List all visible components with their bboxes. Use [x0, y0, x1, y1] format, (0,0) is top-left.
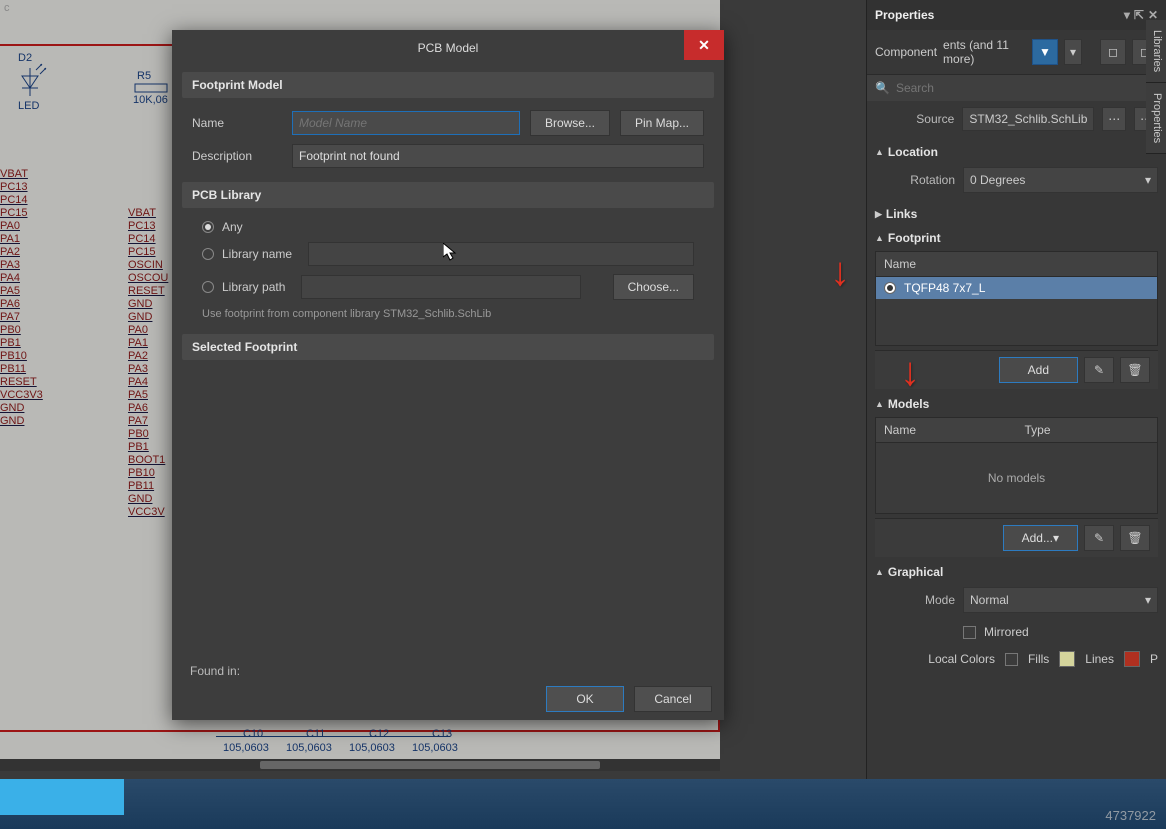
models-col-name: Name — [876, 418, 1017, 442]
schematic-canvas: D2 LED R5 10K,06 VBAT PC13 PC14 PC15 PA0… — [0, 0, 866, 829]
ok-button[interactable]: OK — [546, 686, 624, 712]
local-colors-label: Local Colors — [928, 652, 995, 666]
lines-label: Lines — [1085, 652, 1114, 666]
mode-label: Mode — [875, 593, 955, 607]
mirrored-checkbox[interactable] — [963, 626, 976, 639]
footprint-col-name: Name — [876, 252, 1157, 277]
pin-map-button[interactable]: Pin Map... — [620, 110, 704, 136]
titlebar-text: c — [4, 2, 10, 14]
section-links[interactable]: ▶Links — [867, 199, 1166, 223]
filter-button[interactable]: ▼ — [1032, 39, 1058, 65]
model-name-input[interactable] — [292, 111, 520, 135]
footprint-add-button[interactable]: Add — [999, 357, 1078, 383]
radio-any[interactable] — [202, 221, 214, 233]
source-label: Source — [875, 112, 954, 126]
fills-checkbox[interactable] — [1005, 653, 1018, 666]
mode-select[interactable]: Normal▾ — [963, 587, 1158, 613]
footprint-delete-button[interactable]: 🗑 — [1120, 357, 1150, 383]
fills-swatch[interactable] — [1059, 651, 1075, 667]
watermark: 4737922 — [1105, 808, 1156, 823]
models-col-type: Type — [1017, 418, 1158, 442]
description-label: Description — [192, 149, 282, 163]
rotation-label: Rotation — [875, 173, 955, 187]
dialog-close-button[interactable]: ✕ — [684, 30, 724, 60]
properties-title: Properties — [875, 8, 934, 22]
found-in-label: Found in: — [184, 664, 240, 678]
footprint-edit-button[interactable]: ✎ — [1084, 357, 1114, 383]
radio-any-label: Any — [222, 220, 243, 234]
section-graphical[interactable]: ▲Graphical — [867, 557, 1166, 581]
pcb-model-dialog: PCB Model ✕ Footprint Model Name Browse.… — [172, 30, 724, 720]
properties-panel: Properties ▾ ⇱ ✕ Component ents (and 11 … — [866, 0, 1166, 829]
horizontal-scrollbar[interactable] — [0, 759, 720, 771]
section-footprint-model: Footprint Model — [182, 72, 714, 98]
search-input[interactable] — [896, 81, 1158, 95]
panel-dropdown-icon[interactable]: ▾ — [1124, 8, 1130, 22]
taskbar-item[interactable] — [0, 779, 124, 815]
radio-library-path[interactable] — [202, 281, 214, 293]
description-value: Footprint not found — [292, 144, 704, 168]
radio-library-name-label: Library name — [222, 247, 292, 261]
cancel-button[interactable]: Cancel — [634, 686, 712, 712]
choose-button[interactable]: Choose... — [613, 274, 694, 300]
footprint-row-label: TQFP48 7x7_L — [904, 281, 985, 295]
footprint-table: Name TQFP48 7x7_L — [875, 251, 1158, 346]
mirrored-label: Mirrored — [984, 625, 1029, 639]
filter-dropdown-button[interactable]: ▾ — [1064, 39, 1082, 65]
annotation-arrow-icon: ↓ — [900, 350, 920, 395]
models-empty: No models — [876, 443, 1157, 513]
name-label: Name — [192, 116, 282, 130]
component-label: Component — [875, 45, 937, 59]
source-value: STM32_Schlib.SchLib — [962, 107, 1094, 131]
library-name-input[interactable] — [308, 242, 694, 266]
footprint-radio[interactable] — [884, 282, 896, 294]
component-more: ents (and 11 more) — [943, 38, 1026, 66]
models-add-button[interactable]: Add... ▾ — [1003, 525, 1078, 551]
search-icon: 🔍 — [875, 81, 890, 95]
source-more-button[interactable]: ⋯ — [1102, 107, 1126, 131]
section-footprint[interactable]: ▲Footprint — [867, 223, 1166, 247]
models-delete-button[interactable]: 🗑 — [1120, 525, 1150, 551]
properties-header: Properties ▾ ⇱ ✕ — [867, 0, 1166, 30]
footprint-row[interactable]: TQFP48 7x7_L — [876, 277, 1157, 299]
annotation-arrow-icon: ↓ — [830, 250, 850, 295]
section-pcb-library: PCB Library — [182, 182, 714, 208]
dialog-title: PCB Model ✕ — [172, 30, 724, 66]
library-hint: Use footprint from component library STM… — [182, 304, 714, 324]
browse-button[interactable]: Browse... — [530, 110, 610, 136]
rotation-select[interactable]: 0 Degrees▾ — [963, 167, 1158, 193]
lines-swatch[interactable] — [1124, 651, 1140, 667]
select-all-icon[interactable]: ◻ — [1100, 39, 1126, 65]
taskbar — [0, 779, 1166, 829]
section-selected-footprint: Selected Footprint — [182, 334, 714, 360]
p-label: P — [1150, 652, 1158, 666]
radio-library-path-label: Library path — [222, 280, 285, 294]
fills-label: Fills — [1028, 652, 1049, 666]
side-tab-properties[interactable]: Properties — [1146, 83, 1166, 154]
radio-library-name[interactable] — [202, 248, 214, 260]
dialog-title-text: PCB Model — [418, 41, 479, 55]
side-tab-libraries[interactable]: Libraries — [1146, 20, 1166, 83]
library-path-input[interactable] — [301, 275, 581, 299]
side-tabs: Libraries Properties — [1146, 20, 1166, 154]
panel-pin-icon[interactable]: ⇱ — [1134, 8, 1144, 22]
section-location[interactable]: ▲Location — [867, 137, 1166, 161]
models-edit-button[interactable]: ✎ — [1084, 525, 1114, 551]
